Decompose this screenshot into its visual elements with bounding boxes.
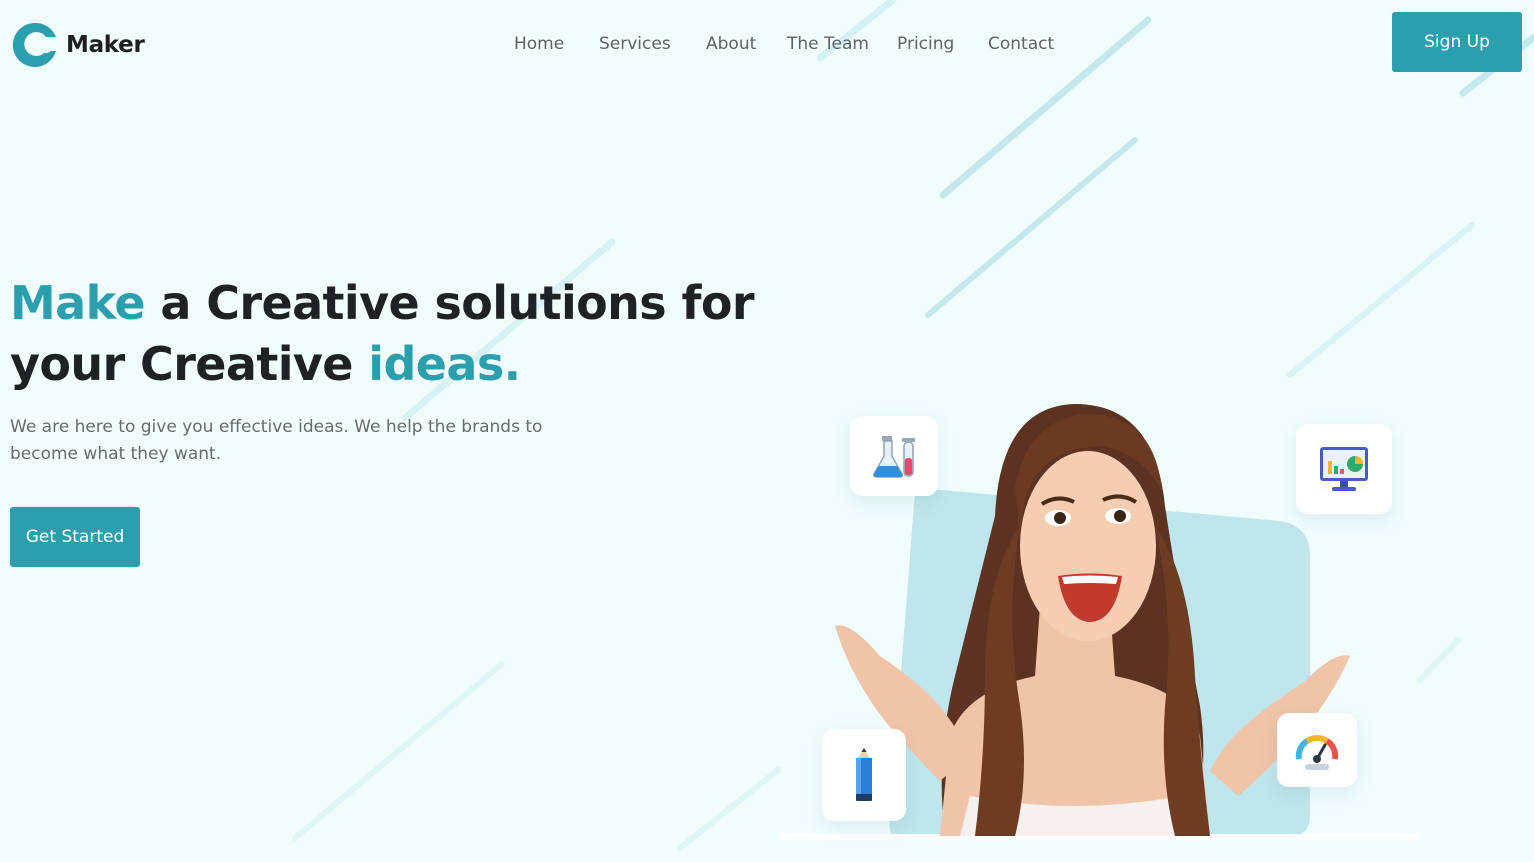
speedometer-icon xyxy=(1295,734,1339,770)
brand-logo[interactable]: Maker xyxy=(10,21,145,69)
hero-image xyxy=(770,376,1420,846)
analytics-monitor-card xyxy=(1296,424,1392,514)
pencil-icon xyxy=(856,748,872,801)
pencil-card xyxy=(822,729,906,821)
nav-item-about[interactable]: About xyxy=(706,34,756,54)
lab-flask-card xyxy=(850,416,938,496)
nav-item-contact[interactable]: Contact xyxy=(988,34,1054,54)
hero-headline: Make a Creative solutions for your Creat… xyxy=(10,273,790,395)
nav-item-the-team[interactable]: The Team xyxy=(787,34,869,54)
signup-button[interactable]: Sign Up xyxy=(1392,12,1522,72)
headline-accent-end: ideas. xyxy=(368,337,521,391)
get-started-button[interactable]: Get Started xyxy=(10,507,140,567)
brand-name: Maker xyxy=(66,32,145,58)
speedometer-card xyxy=(1277,713,1357,787)
nav-item-home[interactable]: Home xyxy=(514,34,564,54)
headline-accent-start: Make xyxy=(10,276,146,330)
nav-item-services[interactable]: Services xyxy=(599,34,671,54)
nav-item-pricing[interactable]: Pricing xyxy=(897,34,954,54)
analytics-monitor-icon xyxy=(1320,447,1368,491)
lab-flask-icon xyxy=(873,436,915,478)
hero-subtext: We are here to give you effective ideas.… xyxy=(10,417,543,464)
maker-logo-icon xyxy=(12,22,56,67)
